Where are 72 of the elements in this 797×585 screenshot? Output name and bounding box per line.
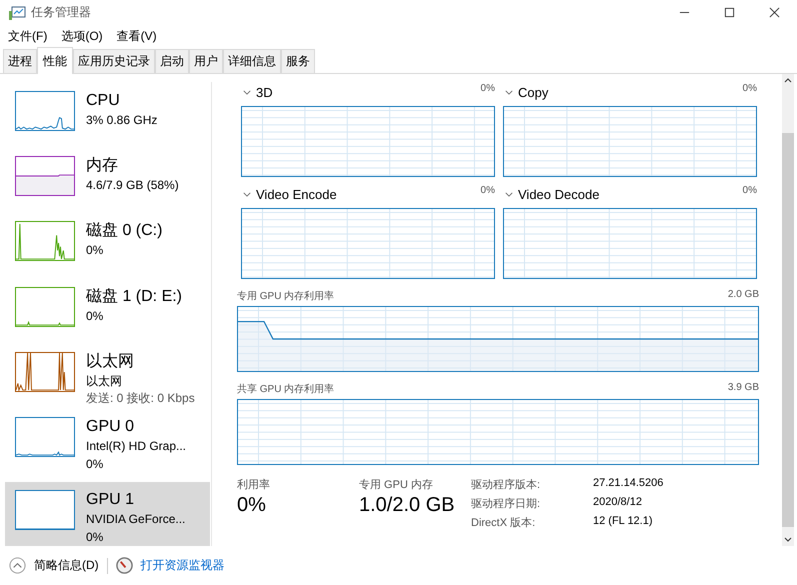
engine-title: Copy [518, 84, 548, 100]
scroll-down-icon[interactable] [784, 537, 792, 542]
device-name: GPU 1 [86, 490, 136, 510]
sidebar-item[interactable]: 以太网 以太网 发送: 0 接收: 0 Kbps [5, 350, 210, 415]
tab[interactable]: 进程 [3, 49, 37, 73]
tab[interactable]: 服务 [281, 49, 315, 73]
device-detail: 0% [86, 242, 104, 260]
device-detail: Intel(R) HD Grap... [86, 438, 186, 455]
sidebar-item[interactable]: GPU 0 Intel(R) HD Grap... 0% [5, 414, 210, 480]
device-detail: 4.6/7.9 GB (58%) [86, 177, 179, 194]
chevron-down-icon[interactable] [505, 192, 513, 196]
sidebar-item[interactable]: 磁盘 0 (C:) 0% [5, 219, 210, 285]
engine-title: Video Encode [256, 186, 337, 202]
device-detail: 0% [86, 529, 104, 546]
tab[interactable]: 启动 [155, 49, 189, 73]
tab[interactable]: 用户 [189, 49, 223, 73]
sidebar-item[interactable]: 内存 4.6/7.9 GB (58%) [5, 154, 210, 220]
stat-label: 专用 GPU 内存 [359, 478, 434, 492]
task-manager-icon [8, 4, 26, 20]
engine-title: 3D [256, 84, 273, 100]
engine-usage: 0% [480, 83, 495, 94]
menu-item[interactable]: 文件(F) [8, 28, 48, 45]
engine-usage: 0% [742, 83, 757, 94]
chevron-down-icon[interactable] [505, 90, 513, 94]
window-title: 任务管理器 [31, 4, 91, 21]
tab[interactable]: 性能 [37, 47, 73, 74]
collapse-icon[interactable] [9, 557, 26, 574]
maximize-icon[interactable] [724, 7, 735, 18]
resource-monitor-link[interactable]: 打开资源监视器 [140, 557, 225, 574]
detail-value: 2020/8/12 [593, 496, 643, 510]
chevron-down-icon[interactable] [243, 90, 251, 94]
sidebar-item[interactable]: GPU 1 NVIDIA GeForce... 0% [5, 482, 210, 546]
chart-max: 3.9 GB [728, 382, 759, 395]
engine-usage: 0% [480, 185, 495, 196]
detail-label: 驱动程序日期: [471, 496, 542, 511]
scroll-thumb[interactable] [782, 133, 794, 527]
summary-button[interactable]: 简略信息(D) [34, 557, 99, 574]
device-name: GPU 0 [86, 416, 136, 437]
menu-item[interactable]: 选项(O) [61, 28, 103, 45]
stat-value: 1.0/2.0 GB [359, 494, 456, 517]
device-detail: 以太网 [86, 372, 123, 390]
tab[interactable]: 详细信息 [223, 49, 281, 73]
chart-max: 2.0 GB [728, 289, 759, 302]
detail-value: 12 (FL 12.1) [593, 515, 654, 529]
detail-label: DirectX 版本: [471, 516, 536, 530]
device-name: 磁盘 1 (D: E:) [86, 286, 182, 307]
device-note: 发送: 0 接收: 0 Kbps [86, 390, 195, 406]
detail-label: 驱动程序版本: [471, 478, 542, 492]
close-icon[interactable] [769, 7, 780, 18]
chart-label: 专用 GPU 内存利用率 [237, 290, 334, 303]
engine-usage: 0% [742, 185, 757, 196]
detail-value: 27.21.14.5206 [593, 477, 664, 491]
menu-item[interactable]: 查看(V) [116, 28, 157, 45]
stat-label: 利用率 [237, 478, 271, 492]
tab[interactable]: 应用历史记录 [73, 49, 155, 73]
chevron-down-icon[interactable] [243, 192, 251, 196]
device-name: 磁盘 0 (C:) [86, 221, 162, 242]
device-detail: NVIDIA GeForce... [86, 511, 186, 528]
device-detail: 0% [86, 308, 104, 325]
chart-label: 共享 GPU 内存利用率 [237, 382, 334, 396]
device-detail: 3% 0.86 GHz [86, 112, 158, 129]
device-name: 内存 [86, 156, 119, 176]
scrollbar[interactable] [782, 74, 794, 546]
scroll-up-icon[interactable] [784, 78, 792, 83]
device-detail: 0% [86, 456, 104, 473]
gauge-icon [116, 557, 133, 574]
sidebar-item[interactable]: CPU 3% 0.86 GHz [5, 89, 210, 154]
engine-title: Video Decode [518, 186, 600, 202]
device-name: CPU [86, 91, 121, 111]
device-name: 以太网 [86, 352, 135, 372]
stat-value: 0% [237, 494, 267, 517]
sidebar-item[interactable]: 磁盘 1 (D: E:) 0% [5, 284, 210, 350]
